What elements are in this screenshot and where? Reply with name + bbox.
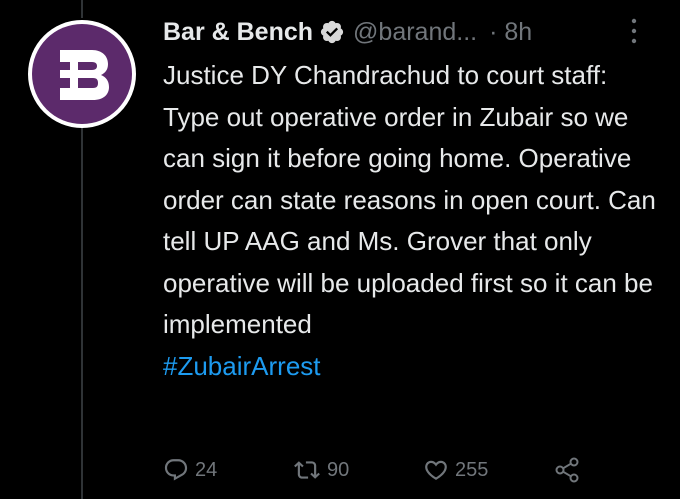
- heart-icon: [425, 460, 447, 480]
- tweet-actions: 24 90 255: [163, 452, 581, 488]
- timestamp[interactable]: · 8h: [489, 18, 532, 47]
- handle[interactable]: @barand...: [353, 18, 477, 47]
- retweet-button[interactable]: 90: [293, 457, 423, 483]
- hashtag-link[interactable]: #ZubairArrest: [163, 346, 663, 388]
- tweet-text: Justice DY Chandrachud to court staff: T…: [163, 60, 656, 339]
- display-name[interactable]: Bar & Bench: [163, 18, 313, 47]
- more-options-icon[interactable]: [626, 16, 642, 46]
- thread-line-bottom: [81, 128, 83, 499]
- logo-b-icon: [60, 50, 109, 100]
- like-button[interactable]: 255: [423, 457, 553, 483]
- reply-count: 24: [195, 458, 218, 481]
- like-count: 255: [455, 458, 489, 481]
- tweet-body: Justice DY Chandrachud to court staff: T…: [163, 55, 663, 387]
- tweet-header: Bar & Bench @barand... · 8h: [163, 12, 680, 52]
- bar-and-bench-logo: [32, 24, 132, 124]
- reply-icon: [164, 459, 188, 481]
- avatar[interactable]: [28, 20, 136, 128]
- verified-badge-icon: [319, 19, 345, 45]
- share-button[interactable]: [553, 456, 581, 484]
- reply-button[interactable]: 24: [163, 457, 293, 483]
- retweet-icon: [294, 461, 320, 479]
- share-icon: [555, 457, 579, 483]
- thread-line-top: [81, 0, 83, 18]
- retweet-count: 90: [327, 458, 350, 481]
